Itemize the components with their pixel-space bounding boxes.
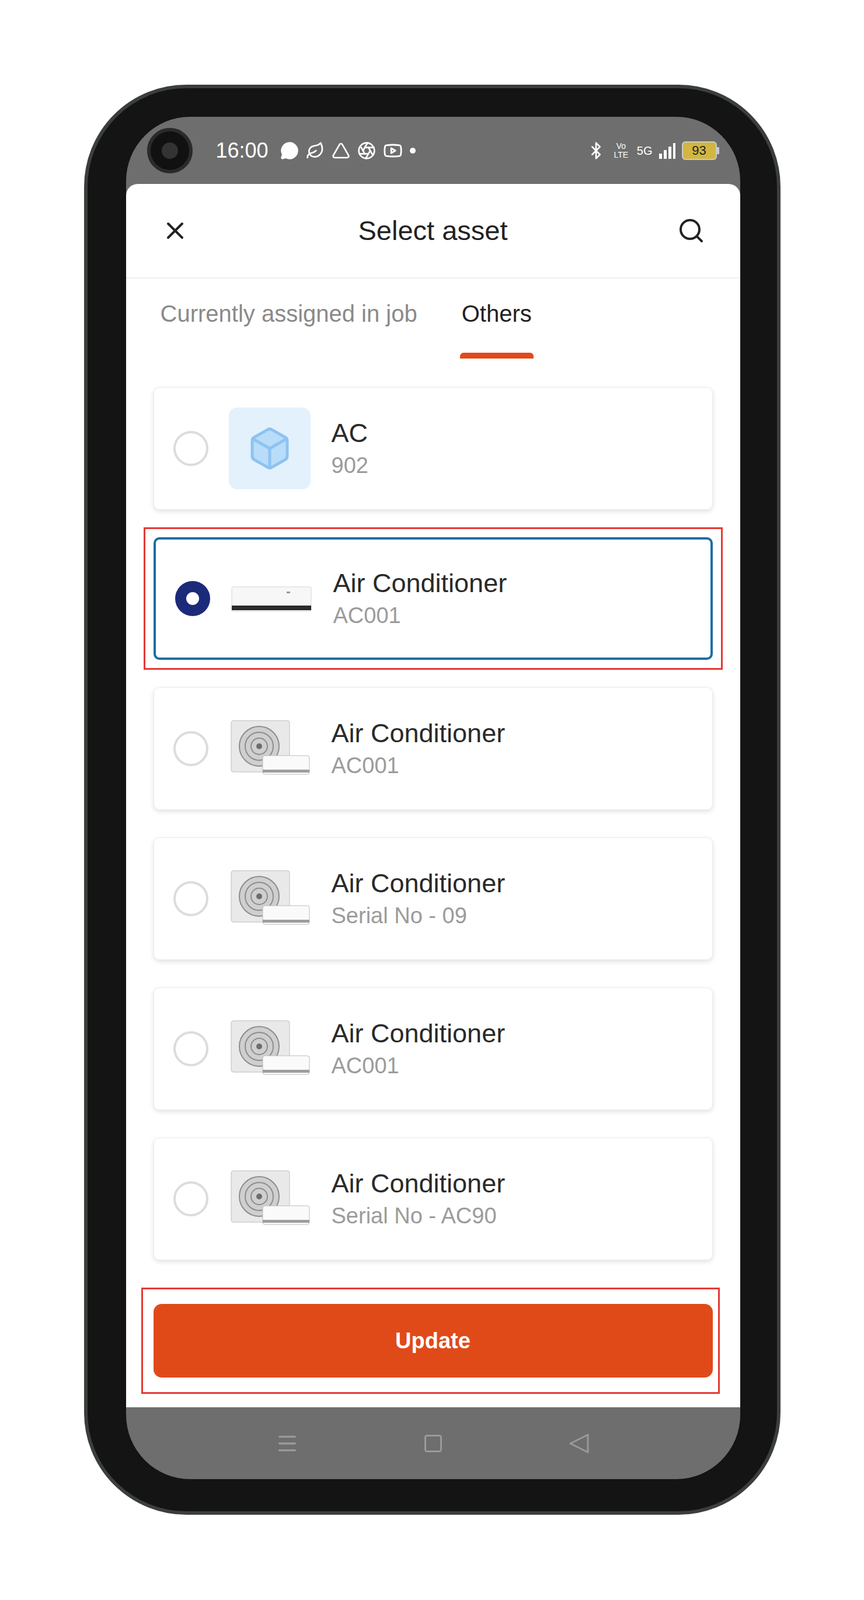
split-ac-icon bbox=[228, 1007, 311, 1090]
header-title: Select asset bbox=[189, 210, 678, 252]
annotation-box bbox=[143, 527, 723, 670]
update-button[interactable]: Update bbox=[153, 1303, 713, 1378]
messenger-icon bbox=[280, 141, 299, 160]
page: 16:00 Vo LTE5G 93 Select asset Currently ass… bbox=[0, 0, 864, 1600]
split-ac-icon bbox=[228, 857, 311, 940]
asset-card[interactable]: Air ConditionerSerial No - AC90 bbox=[153, 1137, 713, 1260]
radio-button[interactable] bbox=[173, 1030, 209, 1066]
cube-icon bbox=[228, 407, 311, 490]
header: Select asset bbox=[126, 183, 741, 279]
radio-button[interactable] bbox=[173, 430, 209, 466]
indoor-ac-icon bbox=[230, 557, 313, 640]
bluetooth-icon bbox=[586, 141, 606, 160]
asset-card[interactable]: Air ConditionerAC001 bbox=[153, 987, 713, 1110]
tab-bar: Currently assigned in job Others bbox=[126, 278, 741, 359]
asset-name: Air Conditioner bbox=[331, 866, 506, 901]
asset-code: Serial No - 09 bbox=[331, 900, 506, 931]
asset-card[interactable]: Air ConditionerSerial No - 09 bbox=[153, 837, 713, 960]
phone-screen: 16:00 Vo LTE5G 93 Select asset Currently ass… bbox=[126, 116, 741, 1479]
asset-code: AC001 bbox=[331, 750, 506, 781]
split-ac-icon bbox=[228, 707, 311, 790]
status-time: 16:00 bbox=[216, 134, 269, 167]
status-bar: 16:00 Vo LTE5G 93 bbox=[126, 116, 741, 184]
volte-label: Vo LTE bbox=[611, 141, 632, 160]
dot-icon bbox=[409, 147, 416, 154]
bottom-sheet: Select asset Currently assigned in job Oth… bbox=[126, 183, 741, 1407]
close-icon[interactable] bbox=[161, 216, 190, 245]
radio-button[interactable] bbox=[175, 580, 211, 616]
home-icon[interactable] bbox=[422, 1432, 444, 1454]
tab[interactable]: Currently assigned in job bbox=[160, 298, 418, 359]
radio-button[interactable] bbox=[173, 1180, 209, 1217]
menu-icon[interactable] bbox=[275, 1431, 299, 1455]
asset-code: AC001 bbox=[333, 600, 508, 631]
asset-code: 902 bbox=[331, 450, 369, 481]
asset-name: Air Conditioner bbox=[331, 1016, 506, 1051]
asset-card[interactable]: Air ConditionerAC001 bbox=[153, 537, 713, 660]
radio-button[interactable] bbox=[173, 880, 209, 916]
asset-name: Air Conditioner bbox=[331, 1166, 506, 1201]
app-icon bbox=[357, 141, 376, 160]
nav-bar bbox=[126, 1406, 741, 1479]
asset-code: Serial No - AC90 bbox=[331, 1200, 506, 1231]
network-label: 5G bbox=[636, 141, 653, 160]
search-icon[interactable] bbox=[677, 216, 706, 245]
app-icon bbox=[331, 141, 351, 160]
camera-hole bbox=[147, 127, 193, 174]
asset-list: AC902Air ConditionerAC001Air Conditioner… bbox=[126, 358, 741, 1260]
app-icon bbox=[305, 141, 325, 160]
signal-icon bbox=[658, 141, 677, 160]
asset-code: AC001 bbox=[331, 1050, 506, 1081]
asset-card[interactable]: Air ConditionerAC001 bbox=[153, 687, 713, 810]
tab[interactable]: Others bbox=[460, 298, 534, 359]
youtube-icon bbox=[382, 140, 403, 161]
phone-frame: 16:00 Vo LTE5G 93 Select asset Currently ass… bbox=[84, 84, 781, 1515]
battery: 93 bbox=[681, 141, 720, 160]
asset-name: AC bbox=[331, 416, 369, 451]
asset-name: Air Conditioner bbox=[331, 716, 506, 751]
back-icon[interactable] bbox=[568, 1432, 591, 1455]
radio-button[interactable] bbox=[173, 730, 209, 766]
split-ac-icon bbox=[228, 1157, 311, 1240]
asset-card[interactable]: AC902 bbox=[153, 387, 713, 510]
asset-name: Air Conditioner bbox=[333, 566, 508, 601]
